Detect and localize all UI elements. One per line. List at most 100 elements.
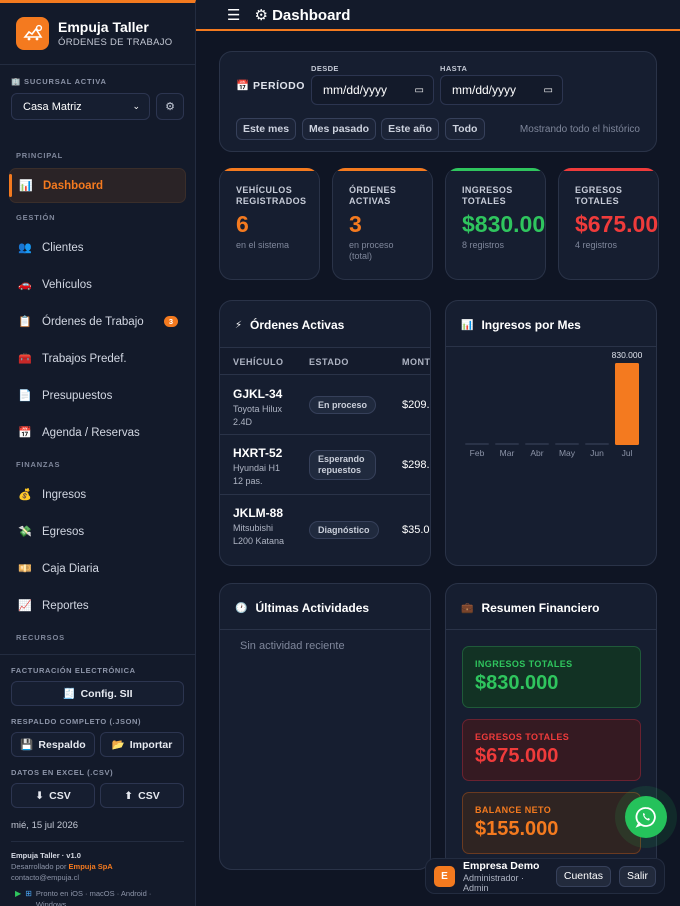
branch-select[interactable]: Casa Matriz ⌄ <box>11 93 150 120</box>
stat-value: 6 <box>236 211 249 237</box>
brand-subtitle: ÓRDENES DE TRABAJO <box>58 37 173 48</box>
stat-accent-bar <box>220 168 319 171</box>
config-sii-label: Config. SII <box>80 687 133 700</box>
panel-title-text: Órdenes Activas <box>250 318 345 332</box>
finance-balance: BALANCE NETO $155.000 <box>462 792 641 854</box>
sidebar-nav[interactable]: PRINCIPAL 📊 Dashboard GESTIÓN 👥 Clientes 🚗… <box>0 143 195 655</box>
period-label: 📅 PERÍODO <box>236 80 305 92</box>
sidebar-item-label: Órdenes de Trabajo <box>42 315 144 328</box>
user-name: Empresa Demo <box>463 859 540 872</box>
finance-value: $155.000 <box>475 818 559 840</box>
chip-mes-pasado[interactable]: Mes pasado <box>302 118 376 140</box>
order-amount: $209.000 <box>402 399 430 411</box>
sidebar-item-reportes[interactable]: 📈 Reportes <box>9 588 186 623</box>
finance-label: INGRESOS TOTALES <box>475 659 573 669</box>
desde-value: mm/dd/yyyy <box>323 83 388 97</box>
calendar-icon: ▭ <box>414 84 424 96</box>
whatsapp-button[interactable] <box>625 796 667 838</box>
panel-title: 🕐 Últimas Actividades <box>235 601 369 615</box>
sidebar-item-label: Trabajos Predef. <box>42 352 127 365</box>
stat-accent-bar <box>333 168 432 171</box>
hasta-date-input[interactable]: mm/dd/yyyy ▭ <box>440 75 563 105</box>
branch-settings-button[interactable]: ⚙ <box>156 93 184 120</box>
cash-icon: 💴 <box>18 563 32 575</box>
chart-bar-mar <box>495 443 519 445</box>
table-row[interactable]: HXRT-52 Hyundai H1 12 pas. Esperando rep… <box>220 435 430 495</box>
sidebar-item-ordenes[interactable]: 📋 Órdenes de Trabajo 3 <box>9 304 186 339</box>
cuentas-button[interactable]: Cuentas <box>555 865 611 887</box>
stat-value: 3 <box>349 211 362 237</box>
sidebar-item-caja[interactable]: 💴 Caja Diaria <box>9 551 186 586</box>
backup-button[interactable]: 💾 Respaldo <box>11 732 95 757</box>
page-title-text: Dashboard <box>272 6 351 24</box>
logout-button[interactable]: Salir <box>618 865 656 887</box>
desde-date-input[interactable]: mm/dd/yyyy ▭ <box>311 75 434 105</box>
status-badge: En proceso <box>309 396 377 414</box>
config-sii-button[interactable]: 🧾 Config. SII <box>11 681 184 706</box>
receipt-icon: 🧾 <box>62 688 76 700</box>
money-bag-icon: 💰 <box>18 489 32 501</box>
chip-este-ano[interactable]: Este año <box>381 118 439 140</box>
stat-accent-bar <box>559 168 658 171</box>
vehicle-plate: GJKL-34 <box>233 387 283 401</box>
briefcase-icon: 💼 <box>461 602 474 614</box>
sidebar-item-label: Egresos <box>42 525 85 538</box>
table-row[interactable]: JKLM-88 Mitsubishi L200 Katana Diagnósti… <box>220 495 430 565</box>
sidebar-item-ingresos[interactable]: 💰 Ingresos <box>9 477 186 512</box>
windows-icon: ⊞ <box>25 889 32 898</box>
sidebar-item-dashboard[interactable]: 📊 Dashboard <box>9 168 186 203</box>
sidebar-item-label: Reportes <box>42 599 89 612</box>
building-icon: 🏢 <box>11 77 25 86</box>
backup-label: Respaldo <box>38 738 86 751</box>
import-label: Importar <box>129 738 173 751</box>
ordenes-count-badge: 3 <box>164 316 178 327</box>
import-button[interactable]: 📂 Importar <box>100 732 184 757</box>
sidebar-item-agenda[interactable]: 📅 Agenda / Reservas <box>9 415 186 450</box>
empty-state: Sin actividad reciente <box>240 640 345 652</box>
trend-chart-icon: 📈 <box>18 600 32 612</box>
chevron-down-icon: ⌄ <box>132 101 140 111</box>
finance-egresos: EGRESOS TOTALES $675.000 <box>462 719 641 781</box>
developer-company-link[interactable]: Empuja SpA <box>69 862 113 871</box>
topbar: ☰ ⚙ Dashboard <box>196 0 680 31</box>
sidebar-item-presupuestos[interactable]: 📄 Presupuestos <box>9 378 186 413</box>
stat-label: VEHÍCULOS REGISTRADOS <box>236 185 307 206</box>
clipboard-icon: 📋 <box>18 316 32 328</box>
sidebar-item-trabajos[interactable]: 🧰 Trabajos Predef. <box>9 341 186 376</box>
csv-import-button[interactable]: ⬆ CSV <box>100 783 184 808</box>
revenue-by-month-panel: 📊 Ingresos por Mes Feb Mar Abr May Jun Jul 830.… <box>445 300 657 566</box>
sidebar-footer: Empuja Taller · v1.0 Desarrollado por Em… <box>11 850 184 906</box>
menu-icon[interactable]: ☰ <box>227 6 240 24</box>
users-icon: 👥 <box>18 242 32 254</box>
period-filter: 📅 PERÍODO DESDE mm/dd/yyyy ▭ HASTA mm/dd/… <box>219 51 657 152</box>
orders-table-header: VEHÍCULO ESTADO MONTO <box>220 347 430 375</box>
contact-email[interactable]: contacto@empuja.cl <box>11 872 184 883</box>
nav-group-principal: PRINCIPAL <box>16 151 64 160</box>
platforms-note: Pronto en iOS · macOS · Android · Window… <box>35 889 152 906</box>
chart-bar-feb <box>465 443 489 445</box>
branch-label: 🏢 SUCURSAL ACTIVA <box>11 77 107 86</box>
csv-import-label: CSV <box>138 789 160 802</box>
nav-group-recursos: RECURSOS <box>16 633 65 642</box>
x-tick-label: Abr <box>530 448 543 458</box>
nav-group-gestion: GESTIÓN <box>16 213 56 222</box>
sidebar: Empuja Taller ÓRDENES DE TRABAJO 🏢 SUCUR… <box>0 0 196 906</box>
document-icon: 📄 <box>18 390 32 402</box>
sidebar-item-egresos[interactable]: 💸 Egresos <box>9 514 186 549</box>
excel-label: DATOS EN EXCEL (.CSV) <box>11 768 114 777</box>
vehicle-plate: HXRT-52 <box>233 446 283 460</box>
finance-label: BALANCE NETO <box>475 805 552 815</box>
calendar-icon: ▭ <box>543 84 553 96</box>
chip-todo[interactable]: Todo <box>445 118 485 140</box>
finance-label: EGRESOS TOTALES <box>475 732 570 742</box>
sidebar-item-clientes[interactable]: 👥 Clientes <box>9 230 186 265</box>
gear-icon: ⚙ <box>165 101 175 113</box>
panel-title: 💼 Resumen Financiero <box>461 601 599 615</box>
table-row[interactable]: GJKL-34 Toyota Hilux 2.4D En proceso $20… <box>220 376 430 435</box>
sidebar-item-vehiculos[interactable]: 🚗 Vehículos <box>9 267 186 302</box>
finance-value: $830.000 <box>475 672 559 694</box>
toolbox-icon: 🧰 <box>18 353 32 365</box>
chip-este-mes[interactable]: Este mes <box>236 118 296 140</box>
desde-label: DESDE <box>311 64 339 73</box>
csv-export-button[interactable]: ⬇ CSV <box>11 783 95 808</box>
